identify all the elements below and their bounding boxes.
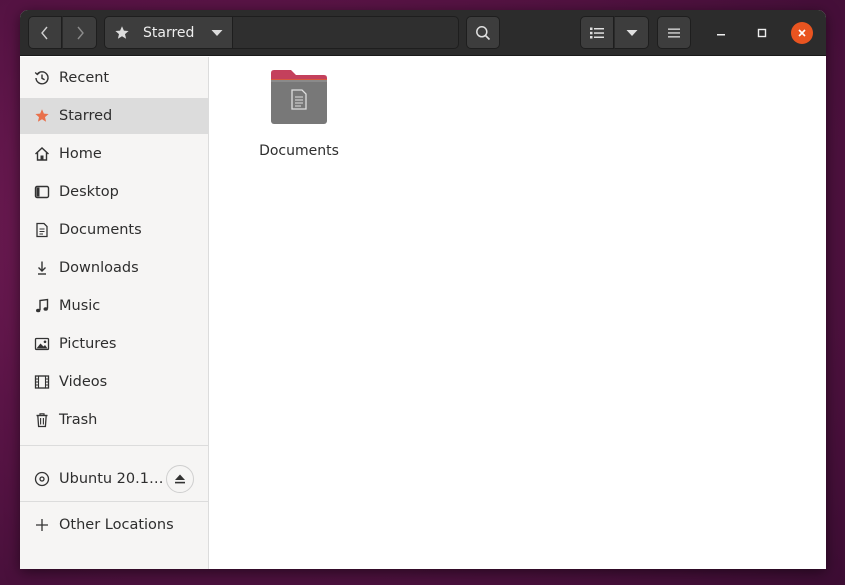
chevron-left-icon: [41, 26, 48, 39]
star-icon: [115, 25, 129, 39]
sidebar-item-label: Starred: [59, 108, 113, 124]
path-bar: Starred: [104, 16, 459, 49]
list-view-icon: [590, 27, 604, 38]
close-button[interactable]: [791, 22, 813, 44]
sidebar-item-label: Pictures: [59, 336, 117, 352]
close-icon: [798, 29, 806, 37]
sidebar-item-downloads[interactable]: Downloads: [20, 250, 209, 286]
file-item-documents[interactable]: Documents: [246, 69, 352, 159]
menu-button[interactable]: [657, 16, 691, 49]
triangle-down-icon[interactable]: [211, 29, 223, 37]
minimize-icon: [717, 34, 725, 36]
sidebar-item-label: Ubuntu 20.1…: [59, 471, 164, 487]
maximize-icon: [757, 28, 767, 38]
sidebar-item-label: Other Locations: [59, 517, 174, 533]
search-button[interactable]: [466, 16, 500, 49]
triangle-down-icon: [626, 29, 637, 36]
home-icon: [33, 145, 51, 163]
sidebar-item-starred[interactable]: Starred: [20, 98, 209, 134]
sidebar-item-pictures[interactable]: Pictures: [20, 326, 209, 362]
list-view-button[interactable]: [580, 16, 614, 49]
sidebar-item-home[interactable]: Home: [20, 136, 209, 172]
maximize-button[interactable]: [751, 22, 773, 44]
sidebar-item-documents[interactable]: Documents: [20, 212, 209, 248]
star-icon: [33, 107, 51, 125]
download-icon: [33, 259, 51, 277]
plus-icon: [33, 516, 51, 534]
sidebar-item-label: Documents: [59, 222, 142, 238]
sidebar-item-label: Desktop: [59, 184, 119, 200]
desktop-icon: [33, 183, 51, 201]
sidebar-item-label: Videos: [59, 374, 108, 390]
file-view[interactable]: Documents: [210, 57, 826, 569]
sidebar-item-label: Trash: [59, 412, 98, 428]
chevron-right-icon: [76, 26, 84, 39]
sidebar-item-label: Home: [59, 146, 102, 162]
sidebar-item-desktop[interactable]: Desktop: [20, 174, 209, 210]
sidebar-item-device[interactable]: Ubuntu 20.1…: [20, 460, 209, 498]
sidebar-item-videos[interactable]: Videos: [20, 364, 209, 400]
path-button-starred[interactable]: Starred: [105, 17, 233, 48]
hamburger-menu-icon: [668, 28, 680, 37]
sidebar-separator: [20, 445, 209, 446]
document-icon: [33, 221, 51, 239]
file-name: Documents: [259, 143, 339, 159]
sidebar-separator: [20, 501, 209, 502]
folder-documents-icon: [271, 70, 327, 124]
view-options-button[interactable]: [614, 16, 649, 49]
sidebar-item-other-locations[interactable]: Other Locations: [20, 507, 209, 543]
file-manager-window: Starred Recent Starred Home Desktop Docu…: [20, 10, 826, 569]
forward-button[interactable]: [62, 16, 97, 49]
headerbar: Starred: [20, 10, 826, 56]
eject-icon: [175, 474, 185, 484]
clock-icon: [33, 69, 51, 87]
sidebar-item-trash[interactable]: Trash: [20, 402, 209, 438]
sidebar-item-label: Music: [59, 298, 101, 314]
path-label: Starred: [143, 24, 195, 41]
eject-button[interactable]: [166, 465, 194, 493]
sidebar-item-label: Downloads: [59, 260, 139, 276]
minimize-button[interactable]: [710, 22, 732, 44]
sidebar-item-label: Recent: [59, 70, 110, 86]
back-button[interactable]: [28, 16, 62, 49]
sidebar-item-music[interactable]: Music: [20, 288, 209, 324]
disc-icon: [33, 470, 51, 488]
film-icon: [33, 373, 51, 391]
sidebar-item-recent[interactable]: Recent: [20, 60, 209, 96]
trash-icon: [33, 411, 51, 429]
music-note-icon: [33, 297, 51, 315]
picture-icon: [33, 335, 51, 353]
sidebar: Recent Starred Home Desktop Documents Do…: [20, 57, 209, 569]
search-icon: [476, 25, 491, 40]
